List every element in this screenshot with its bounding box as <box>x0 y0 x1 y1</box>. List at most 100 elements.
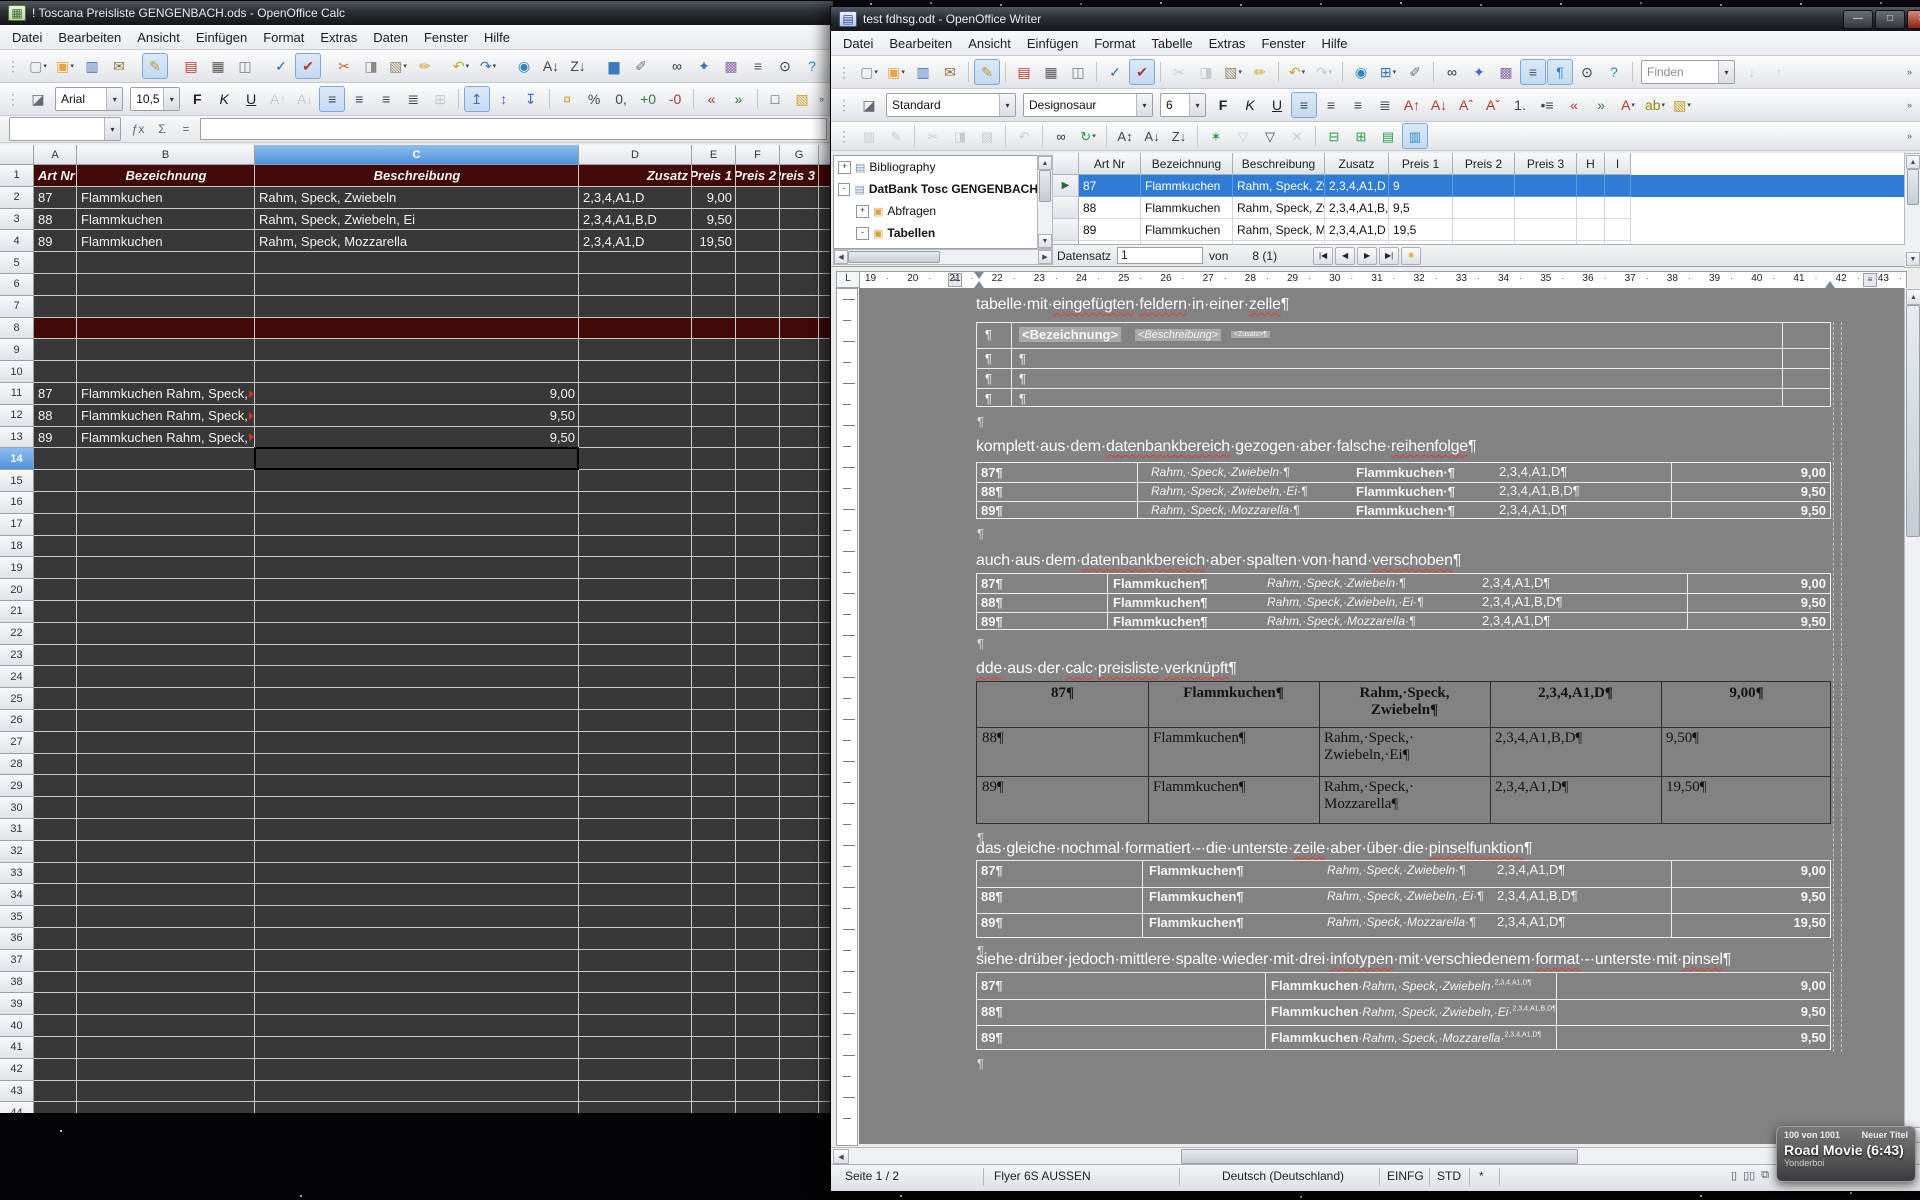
export-pdf-button[interactable]: ▤ <box>1011 59 1037 85</box>
find-previous-button[interactable]: ↑ <box>1766 59 1792 85</box>
db-column-header-zusatz[interactable]: Zusatz <box>1325 153 1389 175</box>
cell-F31[interactable] <box>736 819 780 841</box>
row-header-7[interactable]: 7 <box>0 296 34 318</box>
cell-C27[interactable] <box>255 732 579 754</box>
paragraph-style-combobox[interactable]: Standard▾ <box>886 93 1016 117</box>
calc-menu-fenster[interactable]: Fenster <box>416 27 476 48</box>
cell-G2[interactable] <box>780 187 819 209</box>
font-color-dropdown[interactable]: ▾ <box>1631 101 1635 109</box>
writer-fmt-toolbar-overflow[interactable]: » <box>1904 100 1915 110</box>
cell-F41[interactable] <box>736 1037 780 1059</box>
new-document-dropdown[interactable]: ▾ <box>43 62 47 70</box>
db-cell[interactable]: 89 <box>1079 219 1141 241</box>
cell-C42[interactable] <box>255 1059 579 1081</box>
row-header-28[interactable]: 28 <box>0 754 34 776</box>
cell-C26[interactable] <box>255 710 579 732</box>
scroll-left-icon[interactable]: ◀ <box>834 250 848 264</box>
row-header-31[interactable]: 31 <box>0 819 34 841</box>
cell-A25[interactable] <box>34 688 77 710</box>
auto-spellcheck-button[interactable]: ✔ <box>295 53 321 79</box>
status-insert-mode[interactable]: EINFG <box>1387 1169 1424 1183</box>
calc-menu-hilfe[interactable]: Hilfe <box>476 27 518 48</box>
cell-G34[interactable] <box>780 884 819 906</box>
cell-D6[interactable] <box>579 274 692 296</box>
cell-A34[interactable] <box>34 884 77 906</box>
cell-F3[interactable] <box>736 209 780 231</box>
cell-D42[interactable] <box>579 1059 692 1081</box>
dde-cell[interactable]: Rahm,·Speck,· Zwiebeln,·Ei¶ <box>1319 727 1490 776</box>
cell-D8[interactable] <box>579 318 692 340</box>
cell-G20[interactable] <box>780 579 819 601</box>
cell-A32[interactable] <box>34 841 77 863</box>
dde-cell[interactable]: Rahm,·Speck, Zwiebeln¶ <box>1319 682 1490 727</box>
cell-F43[interactable] <box>736 1081 780 1103</box>
row-header-43[interactable]: 43 <box>0 1081 34 1103</box>
cell-B17[interactable] <box>77 514 255 536</box>
cell-F42[interactable] <box>736 1059 780 1081</box>
find-next-button[interactable]: ↓ <box>1739 59 1765 85</box>
data-sources-button[interactable]: ≡ <box>1520 59 1546 85</box>
dde-cell[interactable]: Rahm,·Speck,· Mozzarella¶ <box>1319 776 1490 825</box>
cell-D22[interactable] <box>579 623 692 645</box>
db-cell[interactable] <box>1577 197 1605 219</box>
cell-G32[interactable] <box>780 841 819 863</box>
row-header-17[interactable]: 17 <box>0 514 34 536</box>
record-marker-icon[interactable] <box>1053 197 1079 219</box>
cell-G25[interactable] <box>780 688 819 710</box>
cell-D19[interactable] <box>579 557 692 579</box>
cell-G4[interactable] <box>780 230 819 252</box>
row-header-5[interactable]: 5 <box>0 252 34 274</box>
superscript-button[interactable]: Aˆ <box>1453 92 1479 118</box>
left-indent-marker[interactable] <box>974 281 984 288</box>
cell-B14[interactable] <box>77 448 255 470</box>
cell-B41[interactable] <box>77 1037 255 1059</box>
cell-D12[interactable] <box>579 405 692 427</box>
cell-B16[interactable] <box>77 492 255 514</box>
minimize-button[interactable]: — <box>1843 10 1873 29</box>
cell-G16[interactable] <box>780 492 819 514</box>
cell-A10[interactable] <box>34 361 77 383</box>
cell-B35[interactable] <box>77 906 255 928</box>
db-column-header-art-nr[interactable]: Art Nr <box>1079 153 1141 175</box>
row-header-33[interactable]: 33 <box>0 863 34 885</box>
row-header-6[interactable]: 6 <box>0 274 34 296</box>
db-cell[interactable] <box>1605 219 1631 241</box>
zoom-button[interactable]: ⊙ <box>1574 59 1600 85</box>
cell-A16[interactable] <box>34 492 77 514</box>
font-color-button[interactable]: A▾ <box>1615 92 1641 118</box>
right-indent-marker[interactable] <box>1825 281 1835 288</box>
cell-E23[interactable] <box>692 645 736 667</box>
cell-A39[interactable] <box>34 993 77 1015</box>
grow-font-button[interactable]: A↑ <box>265 86 291 112</box>
align-right-button[interactable]: ≡ <box>373 86 399 112</box>
row-header-20[interactable]: 20 <box>0 579 34 601</box>
row-header-34[interactable]: 34 <box>0 884 34 906</box>
cell-E9[interactable] <box>692 339 736 361</box>
open-button[interactable]: ▣▾ <box>52 53 78 79</box>
print-button[interactable]: ▦ <box>1038 59 1064 85</box>
row-header-22[interactable]: 22 <box>0 623 34 645</box>
column-header-A[interactable]: A <box>34 145 77 165</box>
cell-D25[interactable] <box>579 688 692 710</box>
expand-icon[interactable]: + <box>856 205 869 218</box>
cell-F38[interactable] <box>736 972 780 994</box>
bold-button[interactable]: F <box>1210 92 1236 118</box>
find-text-dropdown-icon[interactable]: ▾ <box>1718 61 1734 83</box>
db-cell[interactable] <box>1605 175 1631 197</box>
cell-B23[interactable] <box>77 645 255 667</box>
reset-filter-button[interactable]: ✕ <box>1284 123 1310 149</box>
cell-G35[interactable] <box>780 906 819 928</box>
dde-cell[interactable]: 2,3,4,A1,B,D¶ <box>1490 727 1661 776</box>
doc-heading-4[interactable]: dde·aus·der·calc·preisliste·verknüpft¶ <box>976 660 1237 678</box>
writer-titlebar[interactable]: ▤ test fdhsg.odt - OpenOffice Writer <box>831 7 1920 31</box>
cell-D15[interactable] <box>579 470 692 492</box>
row-header-4[interactable]: 4 <box>0 230 34 252</box>
borders-button[interactable]: □ <box>762 86 788 112</box>
cell-D14[interactable] <box>579 448 692 470</box>
cell-E27[interactable] <box>692 732 736 754</box>
dde-cell[interactable]: 88¶ <box>977 727 1148 776</box>
cell-B15[interactable] <box>77 470 255 492</box>
scroll-up-icon[interactable]: ▲ <box>1906 289 1920 305</box>
row-header-30[interactable]: 30 <box>0 797 34 819</box>
cell-G39[interactable] <box>780 993 819 1015</box>
